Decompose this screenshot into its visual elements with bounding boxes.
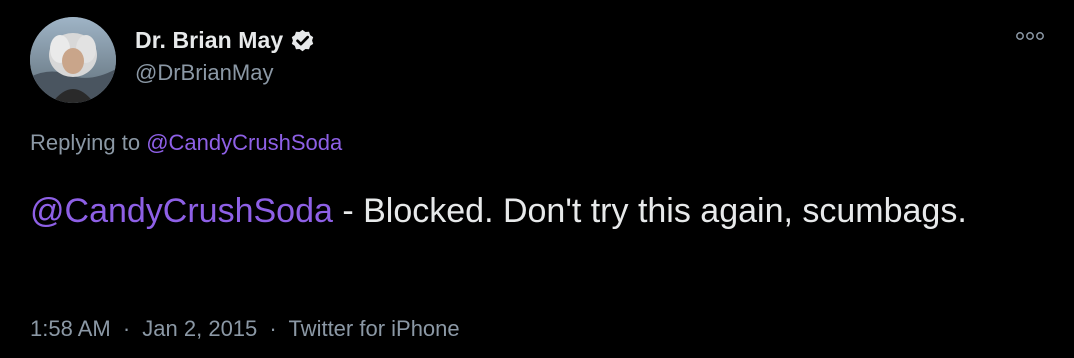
tweet-meta: 1:58 AM · Jan 2, 2015 · Twitter for iPho… (30, 316, 460, 342)
tweet-card: Dr. Brian May @DrBrianMay Replying to @C… (0, 0, 1074, 358)
display-name[interactable]: Dr. Brian May (135, 27, 283, 54)
meta-separator: · (122, 316, 131, 341)
profile-photo-icon (30, 17, 116, 103)
tweet-time[interactable]: 1:58 AM (30, 316, 111, 341)
avatar[interactable] (30, 17, 116, 103)
tweet-body: - Blocked. Don't try this again, scumbag… (332, 192, 967, 230)
replying-to: Replying to @CandyCrushSoda (30, 130, 342, 156)
tweet-text: @CandyCrushSoda - Blocked. Don't try thi… (30, 186, 1040, 236)
name-row: Dr. Brian May (135, 24, 316, 56)
more-options-icon (1016, 32, 1044, 40)
tweet-header: Dr. Brian May @DrBrianMay (135, 24, 316, 86)
replying-to-label: Replying to (30, 130, 141, 155)
verified-badge-icon (289, 27, 316, 54)
more-options-button[interactable] (1012, 26, 1048, 46)
replying-to-mention[interactable]: @CandyCrushSoda (146, 130, 342, 155)
tweet-mention[interactable]: @CandyCrushSoda (30, 192, 333, 230)
tweet-date[interactable]: Jan 2, 2015 (142, 316, 257, 341)
handle[interactable]: @DrBrianMay (135, 60, 316, 86)
tweet-source[interactable]: Twitter for iPhone (288, 316, 459, 341)
meta-separator: · (269, 316, 277, 341)
